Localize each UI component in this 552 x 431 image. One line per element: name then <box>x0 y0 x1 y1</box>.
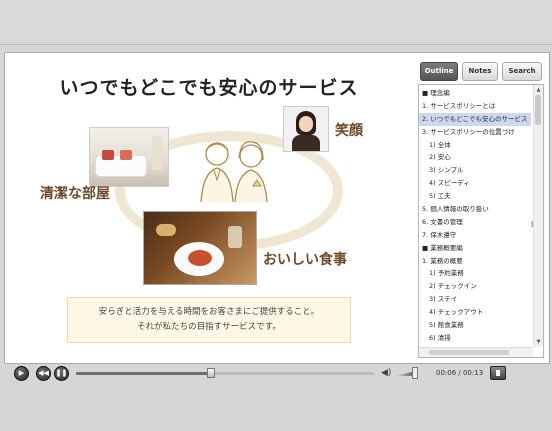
outline-horizontal-scrollbar[interactable] <box>419 347 533 357</box>
menu-icon[interactable] <box>490 366 506 380</box>
couple-illustration <box>200 141 268 203</box>
message-line-1: 安らぎと活力を与える時間をお客さまにご提供すること。 <box>98 307 320 317</box>
volume-icon[interactable]: ◀) <box>381 368 391 378</box>
top-toolbar <box>0 0 552 45</box>
vertical-scroll-thumb[interactable] <box>535 95 541 125</box>
food-photo <box>143 211 257 285</box>
slide-area: いつでもどこでも安心のサービス 清潔な部屋 笑顔 おいしい食事 安らぎと活力を与… <box>5 53 413 361</box>
tab-outline[interactable]: Outline <box>420 62 458 81</box>
player-controls: ▶ ◀◀ ❚❚ ◀) 00:06 / 00:13 <box>4 364 548 384</box>
scroll-up-icon[interactable]: ▲ <box>535 86 542 94</box>
horizontal-scroll-thumb[interactable] <box>429 350 509 355</box>
outline-item[interactable]: 7. 保木遵守 <box>419 229 531 242</box>
outline-item[interactable]: 1. 業務の概要 <box>419 255 531 268</box>
outline-vertical-scrollbar[interactable]: ▲ ▼ <box>533 85 543 347</box>
outline-list-panel: ■ 理念編 1. サービスポリシーとは 2. いつでもどこでも安心のサービス 3. サ… <box>418 84 544 358</box>
progress-fill <box>76 372 213 375</box>
outline-item[interactable]: 2) チェックイン <box>419 280 531 293</box>
scroll-down-icon[interactable]: ▼ <box>535 338 542 346</box>
pause-icon[interactable]: ❚❚ <box>54 366 69 381</box>
outline-item[interactable]: 6. 文書の管理 <box>419 216 531 229</box>
label-tasty-food: おいしい食事 <box>263 252 347 268</box>
outline-item[interactable]: 5. 個人情報の取り扱い <box>419 203 531 216</box>
volume-thumb[interactable] <box>412 367 418 379</box>
outline-item[interactable]: 1) 全体 <box>419 139 531 152</box>
outline-item[interactable]: 1) 予約業務 <box>419 267 531 280</box>
tab-search[interactable]: Search <box>502 62 542 81</box>
staff-photo <box>283 106 329 152</box>
progress-thumb[interactable] <box>207 368 215 378</box>
time-display: 00:06 / 00:13 <box>436 369 484 377</box>
outline-item[interactable]: 6) 清掃 <box>419 332 531 345</box>
room-photo <box>89 127 169 187</box>
rewind-icon[interactable]: ◀◀ <box>36 366 51 381</box>
outline-item[interactable]: 4) チェックアウト <box>419 306 531 319</box>
side-panel: Outline Notes Search ■ 理念編 1. サービスポリシーとは 2… <box>418 58 544 358</box>
slide-title: いつでもどこでも安心のサービス <box>59 77 359 99</box>
outline-item[interactable]: ■ 業務概要編 <box>419 242 531 255</box>
outline-list: ■ 理念編 1. サービスポリシーとは 2. いつでもどこでも安心のサービス 3. サ… <box>419 85 531 345</box>
tab-notes[interactable]: Notes <box>462 62 498 81</box>
outline-item[interactable]: 1. サービスポリシーとは <box>419 100 531 113</box>
message-line-2: それが私たちの目指すサービスです。 <box>137 322 281 332</box>
label-smile: 笑顔 <box>335 123 363 139</box>
outline-item[interactable]: 2) 安心 <box>419 151 531 164</box>
outline-item[interactable]: ■ 理念編 <box>419 87 531 100</box>
outline-item[interactable]: 4) スピーディ <box>419 177 531 190</box>
service-message-box: 安らぎと活力を与える時間をお客さまにご提供すること。 それが私たちの目指すサービ… <box>67 297 351 343</box>
outline-item[interactable]: 3) シンプル <box>419 164 531 177</box>
outline-item[interactable]: 2. いつでもどこでも安心のサービス <box>419 112 531 126</box>
outline-item[interactable]: 5) 工夫 <box>419 190 531 203</box>
play-icon[interactable]: ▶ <box>14 366 29 381</box>
progress-track[interactable] <box>76 372 374 375</box>
outline-item[interactable]: 5) 館食業務 <box>419 319 531 332</box>
outline-item[interactable]: 3. サービスポリシーの位置づけ <box>419 126 531 139</box>
label-clean-room: 清潔な部屋 <box>40 186 110 202</box>
panel-tabs: Outline Notes Search <box>418 62 544 82</box>
outline-item[interactable]: 3) ステイ <box>419 293 531 306</box>
